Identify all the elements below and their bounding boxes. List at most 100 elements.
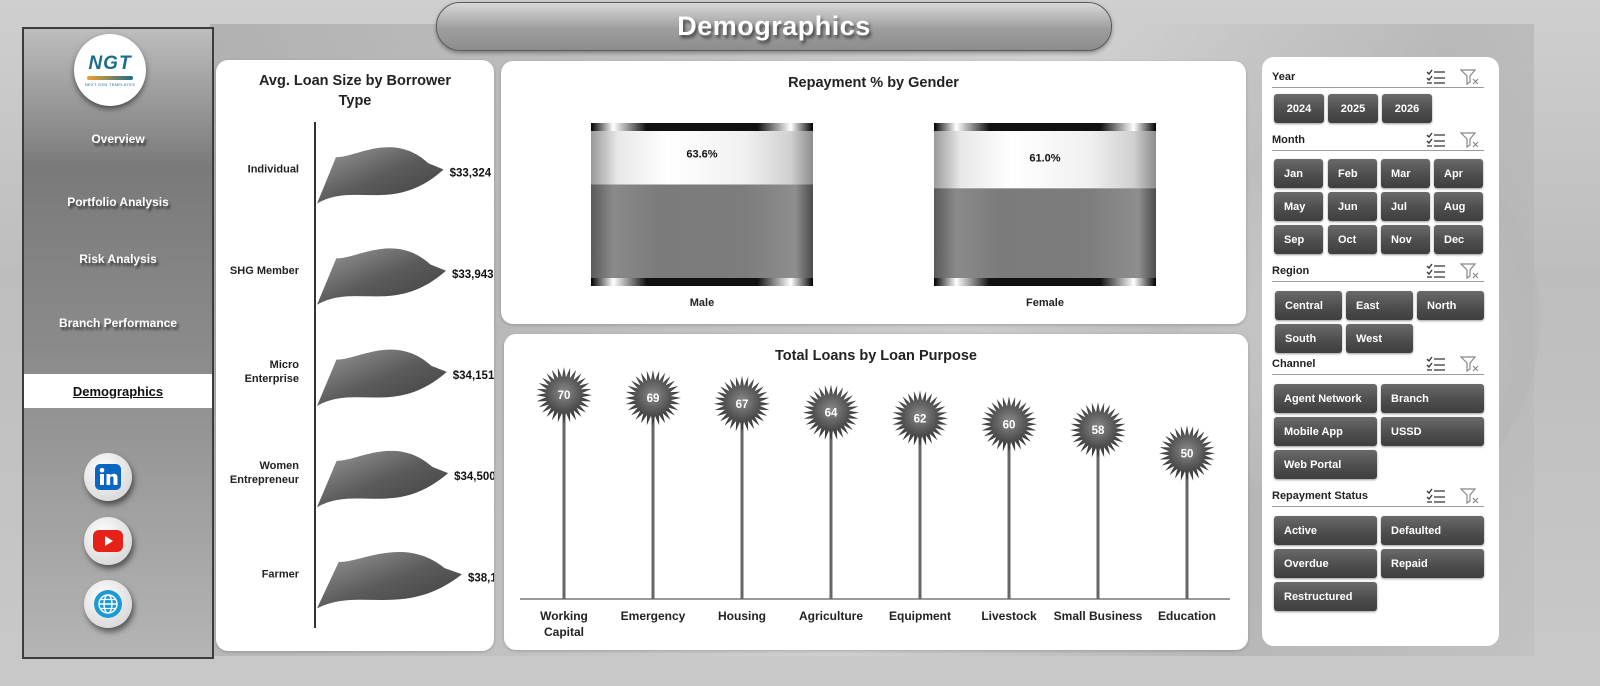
filter-month-jan[interactable]: Jan: [1274, 159, 1323, 188]
filter-channel-mobile-app[interactable]: Mobile App: [1274, 417, 1377, 446]
bar-female: [934, 188, 1156, 278]
filter-month-dec[interactable]: Dec: [1434, 225, 1483, 254]
multi-select-icon[interactable]: [1426, 69, 1446, 85]
multi-select-icon[interactable]: [1426, 356, 1446, 372]
filter-month-nov[interactable]: Nov: [1381, 225, 1430, 254]
filter-month-may[interactable]: May: [1274, 192, 1323, 221]
data-label: 67: [736, 399, 749, 411]
filter-region-west[interactable]: West: [1346, 324, 1413, 353]
filter-region-east[interactable]: East: [1346, 291, 1413, 320]
sidebar-item-risk-analysis[interactable]: Risk Analysis: [24, 242, 212, 276]
filter-month-jul[interactable]: Jul: [1381, 192, 1430, 221]
category-label: Farmer: [262, 568, 300, 580]
filter-region-central[interactable]: Central: [1275, 291, 1342, 320]
category-label: Emergency: [621, 609, 686, 623]
bar-male: [591, 184, 813, 278]
filter-month-apr[interactable]: Apr: [1434, 159, 1483, 188]
filter-panel: Year 2024 2025 2026 Month Jan Feb Mar Ap…: [1262, 57, 1499, 646]
youtube-button[interactable]: [84, 517, 132, 565]
multi-select-icon[interactable]: [1426, 132, 1446, 148]
bar-micro-enterprise: [317, 349, 447, 406]
filter-year-2026[interactable]: 2026: [1382, 94, 1432, 123]
data-label: $38,153: [468, 572, 494, 584]
filter-month-mar[interactable]: Mar: [1381, 159, 1430, 188]
category-label: Education: [1158, 609, 1216, 623]
filter-channel-branch[interactable]: Branch: [1381, 384, 1484, 413]
filter-month-sep[interactable]: Sep: [1274, 225, 1323, 254]
filter-status-restructured[interactable]: Restructured: [1274, 582, 1377, 611]
filter-year-header: Year: [1272, 66, 1484, 88]
loan-purpose-chart: 70 Working Capital 69 Emergency 67 Housing 64 Ag…: [520, 367, 1230, 639]
bar-cap-top: [934, 123, 1156, 131]
clear-filter-icon[interactable]: [1460, 355, 1480, 372]
loan-size-chart: Individual $33,324 SHG Member $33,943 Micro E…: [230, 122, 494, 628]
filter-status-defaulted[interactable]: Defaulted: [1381, 516, 1484, 545]
sidebar-item-demographics[interactable]: Demographics: [24, 374, 212, 408]
filter-status-repaid[interactable]: Repaid: [1381, 549, 1484, 578]
data-label: 70: [558, 390, 571, 402]
linkedin-button[interactable]: [84, 453, 132, 501]
filter-channel-ussd[interactable]: USSD: [1381, 417, 1484, 446]
bar-women-entrepreneur: [317, 450, 449, 508]
data-label: 60: [1003, 419, 1016, 431]
page-title-banner: Demographics: [436, 2, 1112, 51]
data-label: $34,500: [454, 471, 494, 483]
filter-month-feb[interactable]: Feb: [1328, 159, 1377, 188]
category-label: Female: [1026, 297, 1064, 309]
data-label: 61.0%: [1029, 152, 1060, 164]
loan-size-card: Avg. Loan Size by Borrower Type Individu…: [216, 60, 494, 651]
filter-channel-web-portal[interactable]: Web Portal: [1274, 450, 1377, 479]
data-label: 62: [914, 413, 927, 425]
bar-cap-bottom: [591, 278, 813, 286]
filter-year-2024[interactable]: 2024: [1274, 94, 1324, 123]
website-button[interactable]: [84, 580, 132, 628]
clear-filter-icon[interactable]: [1460, 131, 1480, 148]
filter-channel-header: Channel: [1272, 353, 1484, 375]
filter-status-active[interactable]: Active: [1274, 516, 1377, 545]
filter-year-2025[interactable]: 2025: [1328, 94, 1378, 123]
filter-month-aug[interactable]: Aug: [1434, 192, 1483, 221]
filter-year-title: Year: [1272, 70, 1296, 83]
ngt-logo: NGT NEXT GEN TEMPLATES: [74, 34, 146, 106]
category-label: SHG Member: [230, 265, 300, 277]
bar-cap-bottom: [934, 278, 1156, 286]
category-label: Women Entrepreneur: [230, 460, 300, 486]
bar-individual: [317, 147, 444, 204]
data-label: 58: [1092, 425, 1105, 437]
filter-repayment-status-header: Repayment Status: [1272, 485, 1484, 507]
filter-month-jun[interactable]: Jun: [1328, 192, 1377, 221]
linkedin-icon: [95, 464, 121, 490]
clear-filter-icon[interactable]: [1460, 68, 1480, 85]
data-label: 63.6%: [686, 149, 717, 161]
sidebar-item-portfolio-analysis[interactable]: Portfolio Analysis: [24, 185, 212, 219]
logo-swoosh: [87, 76, 133, 80]
data-label: 64: [825, 408, 838, 420]
repayment-chart: 63.6% Male 61.0% Female: [591, 123, 1156, 309]
page-title: Demographics: [677, 11, 871, 41]
clear-filter-icon[interactable]: [1460, 487, 1480, 504]
filter-month-oct[interactable]: Oct: [1328, 225, 1377, 254]
filter-repayment-status-title: Repayment Status: [1272, 489, 1368, 502]
category-label: Housing: [718, 609, 766, 623]
logo-subtitle: NEXT GEN TEMPLATES: [84, 82, 136, 87]
category-label: Micro Enterprise: [245, 359, 300, 385]
multi-select-icon[interactable]: [1426, 488, 1446, 504]
globe-icon: [94, 590, 122, 618]
filter-month-title: Month: [1272, 133, 1305, 146]
category-label: Livestock: [981, 609, 1037, 623]
filter-region-north[interactable]: North: [1417, 291, 1484, 320]
clear-filter-icon[interactable]: [1460, 262, 1480, 279]
repayment-card: Repayment % by Gender 63.6% Male 61.0% Fema…: [501, 61, 1246, 324]
filter-status-overdue[interactable]: Overdue: [1274, 549, 1377, 578]
data-label: $34,151: [453, 370, 494, 382]
filter-region-title: Region: [1272, 264, 1310, 277]
filter-channel-title: Channel: [1272, 357, 1316, 370]
sidebar-item-branch-performance[interactable]: Branch Performance: [24, 306, 212, 340]
category-label: Individual: [248, 164, 299, 176]
sidebar-item-overview[interactable]: Overview: [24, 122, 212, 156]
data-label: 69: [647, 393, 660, 405]
filter-channel-agent-network[interactable]: Agent Network: [1274, 384, 1377, 413]
bar-farmer: [317, 552, 462, 609]
multi-select-icon[interactable]: [1426, 263, 1446, 279]
filter-region-south[interactable]: South: [1275, 324, 1342, 353]
